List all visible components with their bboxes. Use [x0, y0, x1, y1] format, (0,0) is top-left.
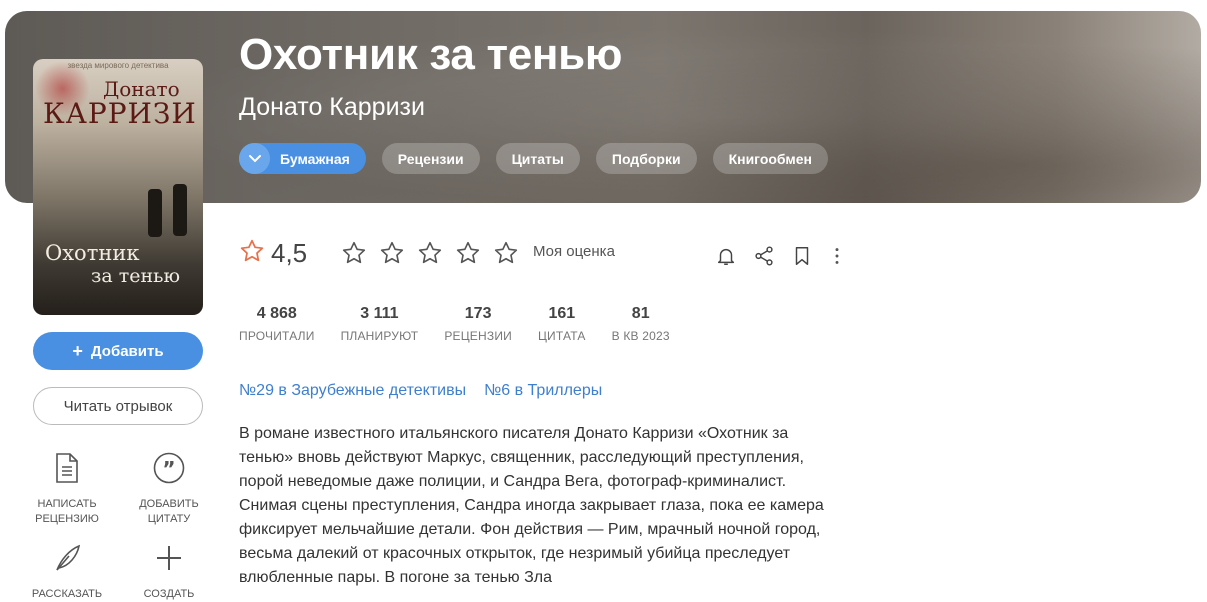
stat-label: ПРОЧИТАЛИ: [239, 329, 315, 343]
bell-icon[interactable]: [715, 245, 737, 272]
rank-link[interactable]: №29 в Зарубежные детективы: [239, 382, 466, 400]
book-title: Охотник за тенью: [239, 30, 623, 79]
my-rating-label: Моя оценка: [533, 243, 615, 260]
action-label: СОЗДАТЬ: [143, 588, 195, 600]
plus-icon: +: [72, 341, 83, 361]
book-actions: [715, 245, 845, 272]
tab-reviews[interactable]: Рецензии: [381, 143, 480, 174]
average-rating: 4,5: [239, 238, 307, 269]
book-description: В романе известного итальянского писател…: [239, 425, 824, 586]
add-button[interactable]: + Добавить: [33, 332, 203, 370]
book-author-link[interactable]: Донато Карризи: [239, 93, 425, 122]
svg-text:”: ”: [162, 457, 175, 481]
stat-quotes[interactable]: 161 ЦИТАТА: [538, 305, 586, 343]
tab-paper[interactable]: Бумажная: [239, 143, 366, 174]
stat-planned[interactable]: 3 111 ПЛАНИРУЮТ: [341, 305, 419, 343]
cover-title-line1: Охотник: [45, 241, 140, 265]
stat-value: 173: [464, 305, 492, 322]
stat-kv2023[interactable]: 81 В КВ 2023: [612, 305, 670, 343]
read-excerpt-label: Читать отрывок: [63, 397, 173, 415]
stat-value: 81: [631, 305, 650, 322]
cover-title-line2: за тенью: [91, 265, 181, 287]
create-action[interactable]: СОЗДАТЬ: [119, 542, 219, 602]
book-rankings: №29 в Зарубежные детективы №6 в Триллеры: [239, 382, 602, 400]
cover-figure: [173, 184, 187, 236]
tab-label: Подборки: [611, 150, 681, 167]
stat-label: В КВ 2023: [611, 329, 670, 343]
star-icon[interactable]: [455, 240, 481, 271]
star-icon[interactable]: [341, 240, 367, 271]
stat-value: 4 868: [256, 305, 297, 322]
stat-label: РЕЦЕНЗИИ: [444, 329, 512, 343]
star-icon[interactable]: [417, 240, 443, 271]
stat-label: ПЛАНИРУЮТ: [340, 329, 419, 343]
tab-quotes[interactable]: Цитаты: [495, 143, 580, 174]
document-icon: [54, 452, 80, 489]
tell-action[interactable]: РАССКАЗАТЬ: [17, 542, 117, 602]
read-excerpt-button[interactable]: Читать отрывок: [33, 387, 203, 425]
action-label: НАПИСАТЬ: [37, 498, 97, 510]
share-icon[interactable]: [753, 245, 775, 272]
tab-label: Цитаты: [511, 150, 564, 167]
more-vertical-icon[interactable]: [829, 245, 845, 272]
book-cover[interactable]: звезда мирового детектива Донато КАРРИЗИ…: [33, 59, 203, 315]
write-review-action[interactable]: НАПИСАТЬ РЕЦЕНЗИЮ: [17, 452, 117, 527]
tab-collections[interactable]: Подборки: [595, 143, 697, 174]
stat-label: ЦИТАТА: [537, 329, 586, 343]
tab-label: Бумажная: [280, 150, 350, 167]
star-icon[interactable]: [379, 240, 405, 271]
plus-icon: [153, 542, 185, 579]
feather-icon: [51, 542, 83, 579]
star-icon: [239, 238, 265, 269]
tab-label: Рецензии: [397, 150, 464, 167]
book-tabs: Бумажная Рецензии Цитаты Подборки Книгоо…: [239, 143, 828, 174]
rank-link[interactable]: №6 в Триллеры: [484, 382, 602, 400]
star-icon[interactable]: [493, 240, 519, 271]
bookmark-icon[interactable]: [791, 245, 813, 272]
rating-value: 4,5: [271, 238, 308, 268]
action-label: РАССКАЗАТЬ: [31, 588, 103, 600]
chevron-down-icon[interactable]: [239, 143, 270, 174]
book-stats: 4 868 ПРОЧИТАЛИ 3 111 ПЛАНИРУЮТ 173 РЕЦЕНЗИ…: [239, 305, 670, 343]
stat-value: 161: [548, 305, 576, 322]
quote-icon: ”: [153, 452, 185, 489]
stat-reviews[interactable]: 173 РЕЦЕНЗИИ: [444, 305, 512, 343]
action-label: РЕЦЕНЗИЮ: [35, 513, 99, 525]
tab-bookexchange[interactable]: Книгообмен: [712, 143, 828, 174]
add-button-label: Добавить: [90, 342, 164, 360]
stat-read[interactable]: 4 868 ПРОЧИТАЛИ: [239, 305, 315, 343]
my-rating-stars: [341, 240, 519, 271]
cover-author-last: КАРРИЗИ: [43, 97, 197, 130]
cover-series-text: звезда мирового детектива: [67, 61, 169, 70]
cover-figure: [148, 189, 162, 237]
stat-value: 3 111: [360, 305, 399, 322]
tab-label: Книгообмен: [728, 150, 812, 167]
action-label: ЦИТАТУ: [147, 513, 191, 525]
action-label: ДОБАВИТЬ: [139, 498, 199, 510]
add-quote-action[interactable]: ” ДОБАВИТЬ ЦИТАТУ: [119, 452, 219, 527]
